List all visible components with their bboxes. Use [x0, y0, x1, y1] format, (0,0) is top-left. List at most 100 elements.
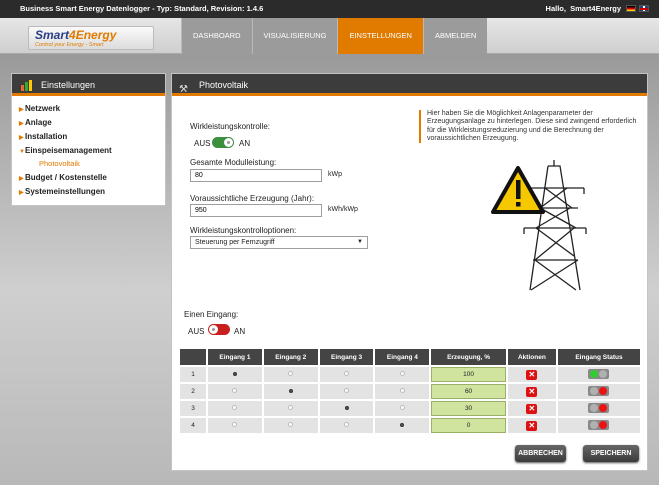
- column-header: [180, 349, 206, 365]
- eingang-status-indicator: [588, 386, 610, 396]
- sidebar-item-label: Netzwerk: [25, 104, 61, 113]
- eingang-3-radio[interactable]: [344, 422, 350, 427]
- wirkleistungskontrolle-label: Wirkleistungskontrolle:: [190, 122, 271, 131]
- username[interactable]: Smart4Energy: [570, 4, 621, 13]
- delete-icon[interactable]: ✕: [526, 386, 538, 397]
- column-header: Erzeugung, %: [431, 349, 506, 365]
- kontrolloptionen-select[interactable]: Steuerung per Fernzugriff ▼: [190, 236, 368, 249]
- chevron-down-icon: ▼: [357, 239, 363, 245]
- eingang-radio-cell: [375, 418, 430, 433]
- eingang-4-radio[interactable]: [399, 371, 405, 376]
- erzeugung-input[interactable]: 100: [431, 367, 506, 382]
- info-text: Hier haben Sie die Möglichkeit Anlagenpa…: [419, 110, 639, 144]
- erzeugung-input[interactable]: 60: [431, 384, 506, 399]
- eingang-1-radio[interactable]: [232, 422, 238, 427]
- high-voltage-warning-illustration: [491, 160, 587, 291]
- eingang-status-indicator: [588, 369, 610, 379]
- sidebar-item-einspeisemanagement[interactable]: ▼Einspeisemanagement: [19, 144, 165, 158]
- eingang-radio-cell: [319, 401, 374, 416]
- app-title: Business Smart Energy Datenlogger - Typ:…: [20, 4, 264, 13]
- sidebar-item-label: Installation: [25, 132, 68, 141]
- bar-chart-icon: [21, 80, 35, 91]
- status-cell: [557, 367, 640, 382]
- table-row: 3 30 ✕: [180, 401, 640, 416]
- gesamte-modulleistung-input[interactable]: [190, 169, 322, 182]
- nav-item-abmelden[interactable]: ABMELDEN: [422, 18, 488, 54]
- eingang-3-radio[interactable]: [344, 388, 350, 393]
- eingang-2-radio[interactable]: [288, 422, 294, 427]
- erzeugung-unit: kWh/kWp: [328, 206, 358, 213]
- sidebar-header: Einstellungen: [12, 74, 165, 96]
- nav-item-einstellungen[interactable]: EINSTELLUNGEN: [337, 18, 423, 54]
- de-flag-icon[interactable]: [626, 5, 636, 12]
- user-greeting: Hallo, Smart4Energy: [545, 4, 621, 13]
- sidebar-menu: ▶Netzwerk ▶Anlage ▶Installation ▼Einspeisem…: [12, 96, 165, 199]
- panel-header: ⚒ Photovoltaik: [172, 74, 647, 96]
- delete-icon[interactable]: ✕: [526, 420, 538, 431]
- wirk-an-label: AN: [239, 139, 251, 148]
- eingang-1-radio[interactable]: [232, 372, 237, 376]
- wirkleistungskontrolle-toggle[interactable]: [212, 137, 234, 148]
- eingang-radio-cell: [208, 418, 262, 433]
- actions-cell: ✕: [507, 367, 556, 382]
- eingang-radio-cell: [319, 384, 374, 399]
- eingang-2-radio[interactable]: [288, 405, 294, 410]
- save-button[interactable]: SPEICHERN: [583, 445, 639, 462]
- eingang-4-radio[interactable]: [399, 405, 405, 410]
- eingang-3-radio[interactable]: [344, 371, 350, 376]
- panel-title: Photovoltaik: [199, 80, 249, 90]
- eingang-radio-cell: [263, 418, 318, 433]
- status-green-dot-icon: [590, 370, 599, 378]
- table-row: 4 0 ✕: [180, 418, 640, 433]
- eingang-2-radio[interactable]: [288, 371, 294, 376]
- actions-cell: ✕: [507, 384, 556, 399]
- eingang-1-radio[interactable]: [232, 405, 238, 410]
- nav-menu: DASHBOARD VISUALISIERUNG EINSTELLUNGEN ABME…: [181, 18, 488, 54]
- sidebar-item-systemeinstellungen[interactable]: ▶Systemeinstellungen: [19, 185, 165, 199]
- logo[interactable]: Smart4Energy Control your Energy - Smart: [28, 26, 154, 50]
- column-header: Eingang 4: [375, 349, 430, 365]
- eingang-table: Eingang 1 Eingang 2 Eingang 3 Eingang 4 Erze…: [178, 347, 642, 435]
- eingang-4-radio[interactable]: [400, 423, 405, 427]
- sidebar-item-budget-kostenstelle[interactable]: ▶Budget / Kostenstelle: [19, 171, 165, 185]
- eingang-2-radio[interactable]: [288, 389, 293, 393]
- eingang-4-radio[interactable]: [399, 388, 405, 393]
- row-number: 3: [180, 401, 206, 416]
- cancel-button[interactable]: ABBRECHEN: [515, 445, 566, 462]
- row-number: 2: [180, 384, 206, 399]
- einen-eingang-toggle[interactable]: [208, 324, 230, 335]
- column-header: Eingang 3: [319, 349, 374, 365]
- column-header: Eingang Status: [557, 349, 640, 365]
- status-grey-dot-icon: [590, 421, 599, 429]
- column-header: Eingang 2: [263, 349, 318, 365]
- eingang-3-radio[interactable]: [344, 406, 349, 410]
- sidebar-title: Einstellungen: [41, 80, 96, 90]
- row-number: 4: [180, 418, 206, 433]
- status-grey-dot-icon: [590, 387, 599, 395]
- sidebar-item-anlage[interactable]: ▶Anlage: [19, 116, 165, 130]
- erzeugung-label: Voraussichtliche Erzeugung (Jahr):: [190, 194, 315, 203]
- eingang-radio-cell: [319, 418, 374, 433]
- nav-item-dashboard[interactable]: DASHBOARD: [181, 18, 252, 54]
- eingang-status-indicator: [588, 420, 610, 430]
- sidebar-item-installation[interactable]: ▶Installation: [19, 130, 165, 144]
- kontrolloptionen-label: Wirkleistungskontrolloptionen:: [190, 226, 297, 235]
- photovoltaik-panel: ⚒ Photovoltaik Wirkleistungskontrolle: A…: [171, 73, 648, 471]
- status-cell: [557, 384, 640, 399]
- eingang-1-radio[interactable]: [232, 388, 238, 393]
- erzeugung-input[interactable]: 0: [431, 418, 506, 433]
- table-row: 2 60 ✕: [180, 384, 640, 399]
- delete-icon[interactable]: ✕: [526, 369, 538, 380]
- status-red-dot-icon: [599, 387, 608, 395]
- delete-icon[interactable]: ✕: [526, 403, 538, 414]
- erzeugung-input[interactable]: [190, 204, 322, 217]
- status-grey-dot-icon: [590, 404, 599, 412]
- en-flag-icon[interactable]: [639, 5, 649, 12]
- eingang-aus-label: AUS: [188, 327, 205, 336]
- erzeugung-input[interactable]: 30: [431, 401, 506, 416]
- eingang-radio-cell: [208, 401, 262, 416]
- sidebar-item-netzwerk[interactable]: ▶Netzwerk: [19, 102, 165, 116]
- nav-item-visualisierung[interactable]: VISUALISIERUNG: [251, 18, 338, 54]
- sidebar-item-photovoltaik[interactable]: Photovoltaik: [19, 158, 165, 171]
- row-number: 1: [180, 367, 206, 382]
